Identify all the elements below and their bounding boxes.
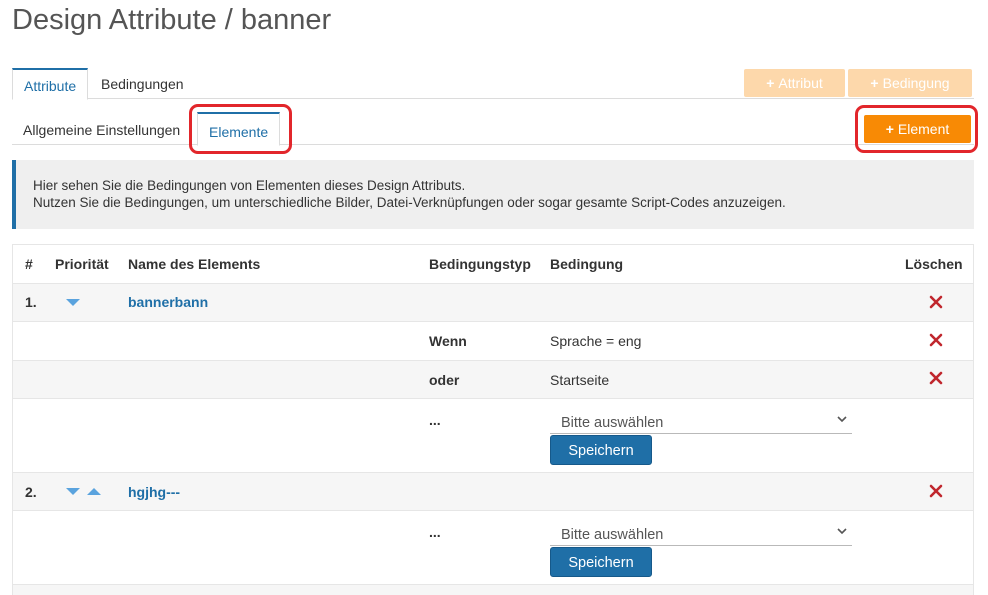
tab-bedingungen-label: Bedingungen (101, 76, 184, 92)
add-bedingung-button[interactable]: + Bedingung (848, 69, 972, 97)
new-condition-type: ... (429, 524, 441, 540)
condition-select-value: Bitte auswählen (561, 415, 664, 431)
condition-select-value: Bitte auswählen (561, 527, 664, 543)
save-button[interactable]: Speichern (550, 435, 652, 465)
condition-value: Startseite (550, 372, 610, 388)
tab-allgemeine-label: Allgemeine Einstellungen (23, 122, 181, 138)
add-attribut-button[interactable]: + Attribut (744, 69, 845, 97)
element-number: 2. (25, 484, 37, 500)
header-loeschen: Löschen (905, 256, 963, 272)
page-title: Design Attribute / banner (12, 4, 332, 36)
triangle-down-icon[interactable] (66, 299, 80, 307)
info-box: Hier sehen Sie die Bedingungen von Eleme… (12, 160, 974, 229)
chevron-down-icon (837, 528, 847, 535)
condition-row: oder Startseite (13, 361, 973, 399)
triangle-down-icon[interactable] (66, 488, 80, 496)
table-row (13, 585, 973, 595)
elements-table: # Priorität Name des Elements Bedingungs… (12, 244, 974, 595)
save-button[interactable]: Speichern (550, 547, 652, 577)
x-delete-icon[interactable] (929, 371, 943, 385)
triangle-up-icon[interactable] (87, 487, 101, 495)
new-condition-type: ... (429, 412, 441, 428)
element-number: 1. (25, 294, 37, 310)
sub-tabs: Allgemeine Einstellungen Elemente (12, 112, 974, 146)
tab-attribute-label: Attribute (24, 78, 77, 94)
x-delete-icon[interactable] (929, 484, 943, 498)
condition-type: Wenn (429, 333, 467, 349)
header-prioritaet: Priorität (55, 256, 109, 272)
condition-row: Wenn Sprache = eng (13, 322, 973, 361)
header-bedingung: Bedingung (550, 256, 624, 272)
condition-select[interactable]: Bitte auswählen (550, 410, 852, 434)
add-attribut-label: Attribut (778, 75, 823, 91)
info-line-1: Hier sehen Sie die Bedingungen von Eleme… (33, 178, 466, 193)
element-name[interactable]: bannerbann (128, 294, 208, 310)
header-name: Name des Elements (128, 256, 261, 272)
element-name[interactable]: hgjhg--- (128, 484, 180, 500)
condition-value: Sprache = eng (550, 333, 642, 349)
header-num: # (25, 256, 33, 272)
new-condition-row: ... Bitte auswählen Speichern (13, 511, 973, 585)
highlight-elemente-tab (189, 104, 292, 154)
table-header: # Priorität Name des Elements Bedingungs… (13, 245, 973, 284)
new-condition-row: ... Bitte auswählen Speichern (13, 399, 973, 473)
info-line-2: Nutzen Sie die Bedingungen, um unterschi… (33, 195, 786, 210)
plus-icon: + (766, 75, 775, 91)
chevron-down-icon (837, 416, 847, 423)
tab-bedingungen[interactable]: Bedingungen (90, 68, 195, 99)
highlight-element-button (855, 105, 978, 153)
tab-allgemeine-einstellungen[interactable]: Allgemeine Einstellungen (12, 112, 191, 145)
x-delete-icon[interactable] (929, 333, 943, 347)
header-bedingungstyp: Bedingungstyp (429, 256, 531, 272)
tab-attribute[interactable]: Attribute (12, 68, 89, 100)
plus-icon: + (870, 75, 879, 91)
table-row: 2. hgjhg--- (13, 473, 973, 511)
add-bedingung-label: Bedingung (882, 75, 950, 91)
table-row: 1. bannerbann (13, 284, 973, 322)
condition-type: oder (429, 372, 460, 388)
condition-select[interactable]: Bitte auswählen (550, 522, 852, 546)
x-delete-icon[interactable] (929, 295, 943, 309)
